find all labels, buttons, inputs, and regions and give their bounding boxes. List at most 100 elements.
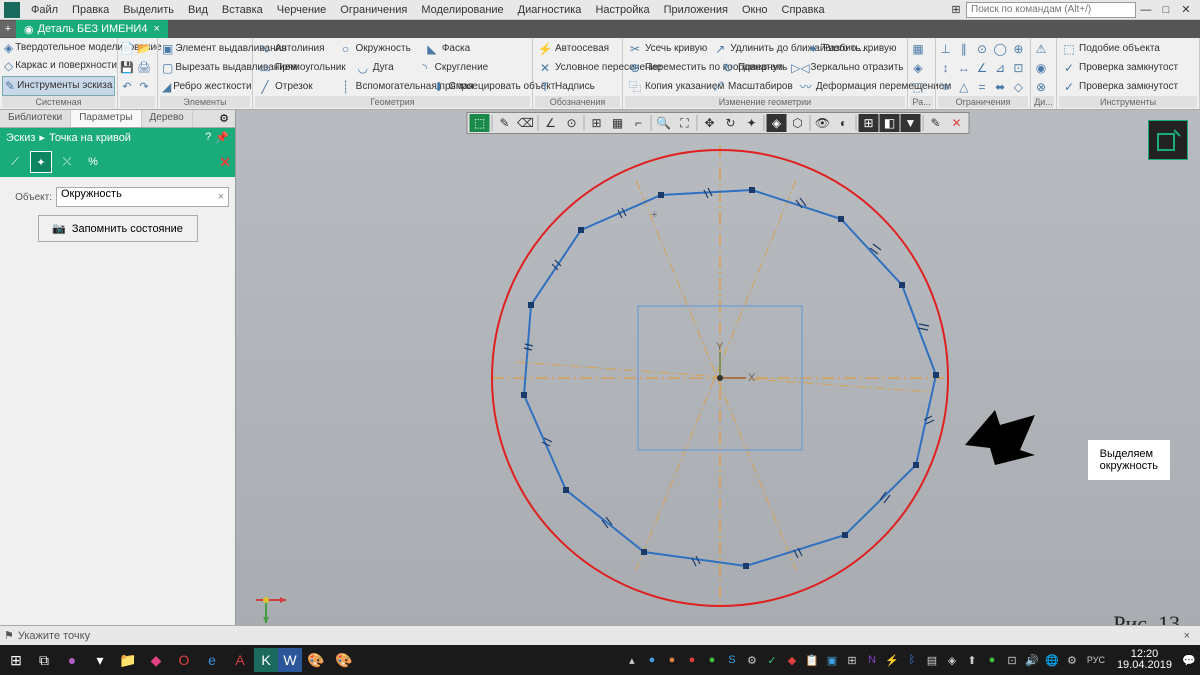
tray-vol[interactable]: 🔊 xyxy=(1023,651,1041,669)
c6[interactable]: ↕ xyxy=(938,60,953,76)
tray-net[interactable]: 🌐 xyxy=(1043,651,1061,669)
move-btn[interactable]: ⊕Переместить по координатам xyxy=(625,59,717,77)
cut-extrude-btn[interactable]: ▢Вырезать выдавливанием xyxy=(160,59,250,77)
kompas-icon[interactable]: K xyxy=(254,648,278,672)
tray-11[interactable]: ⊞ xyxy=(843,651,861,669)
clear-icon[interactable]: × xyxy=(218,191,224,203)
tray-6[interactable]: ⚙ xyxy=(743,651,761,669)
start-button[interactable]: ⊞ xyxy=(2,646,30,674)
object-input[interactable]: Окружность × xyxy=(56,187,229,207)
mode-3[interactable]: ⤬ xyxy=(56,151,78,173)
deform-btn[interactable]: 〰Деформация перемещением xyxy=(796,78,888,96)
close-tab-icon[interactable]: × xyxy=(153,23,159,35)
edge-icon[interactable]: e xyxy=(198,646,226,674)
panel-tab-tree[interactable]: Дерево xyxy=(142,110,193,127)
menu-diagnostics[interactable]: Диагностика xyxy=(511,2,589,18)
intersection-btn[interactable]: ✕Условное пересечение xyxy=(535,59,620,77)
menu-help[interactable]: Справка xyxy=(775,2,832,18)
trim-btn[interactable]: ✂Усечь кривую xyxy=(625,40,709,58)
save-icon[interactable]: 💾 xyxy=(120,61,134,75)
panel-tab-params[interactable]: Параметры xyxy=(71,110,141,127)
c14[interactable]: ⬌ xyxy=(993,79,1008,95)
rotate-btn[interactable]: ↻Повернуть xyxy=(718,59,789,77)
c3[interactable]: ⊙ xyxy=(974,41,989,57)
aux-line-btn[interactable]: ┊Вспомогательная прямая xyxy=(336,78,428,96)
c10[interactable]: ⊡ xyxy=(1011,60,1026,76)
mirror-btn[interactable]: ▷◁Зеркально отразить xyxy=(790,59,872,77)
tray-17[interactable]: ● xyxy=(983,651,1001,669)
menu-modeling[interactable]: Моделирование xyxy=(414,2,510,18)
tray-bt[interactable]: ᛒ xyxy=(903,651,921,669)
bc-root[interactable]: Эскиз xyxy=(6,132,35,144)
palette-icon[interactable]: 🎨 xyxy=(330,646,358,674)
c8[interactable]: ∠ xyxy=(974,60,989,76)
sketch-mode-widget[interactable] xyxy=(1148,120,1188,160)
tray-14[interactable]: ▤ xyxy=(923,651,941,669)
menu-window[interactable]: Окно xyxy=(735,2,775,18)
browser-icon[interactable]: ● xyxy=(58,646,86,674)
autocad-icon[interactable]: A xyxy=(226,646,254,674)
fillet-btn[interactable]: ◝Скругление xyxy=(415,59,491,77)
axis-btn[interactable]: ⚡Автоосевая xyxy=(535,40,620,58)
arc-btn[interactable]: ◡Дуга xyxy=(353,59,396,77)
menu-view[interactable]: Вид xyxy=(181,2,215,18)
tray-4[interactable]: ● xyxy=(683,651,701,669)
tray-9[interactable]: 📋 xyxy=(803,651,821,669)
tray-12[interactable]: N xyxy=(863,651,881,669)
taskview-icon[interactable]: ⧉ xyxy=(30,646,58,674)
c7[interactable]: ↔ xyxy=(956,60,971,76)
similar-btn[interactable]: ⬚Подобие объекта xyxy=(1059,40,1197,58)
tray-skype[interactable]: S xyxy=(723,651,741,669)
d3[interactable]: ⊗ xyxy=(1033,79,1049,95)
menu-constraints[interactable]: Ограничения xyxy=(333,2,414,18)
misc-icon-3[interactable]: ⬚ xyxy=(910,79,926,95)
c12[interactable]: △ xyxy=(956,79,971,95)
pin-icon[interactable]: 📌 xyxy=(215,131,229,144)
tray-2[interactable]: ● xyxy=(643,651,661,669)
app-icon-1[interactable]: ◆ xyxy=(142,646,170,674)
misc-icon-1[interactable]: ▦ xyxy=(910,41,926,57)
tray-notif[interactable]: 💬 xyxy=(1180,651,1198,669)
c5[interactable]: ⊕ xyxy=(1011,41,1026,57)
viewport[interactable]: ⬚ ✎ ⌫ ∠ ⊙ ⊞ ▦ ⌐ 🔍 ⛶ ✥ ↻ ✦ ◈ ⬡ 👁 ◐ ⊞ ◧ ▼ … xyxy=(236,110,1200,655)
sketch-tools-btn[interactable]: ✎Инструменты эскиза xyxy=(2,76,115,96)
line-btn[interactable]: ╱Отрезок xyxy=(255,78,315,96)
tray-7[interactable]: ✓ xyxy=(763,651,781,669)
menu-select[interactable]: Выделить xyxy=(116,2,181,18)
grid-icon[interactable]: ⊞ xyxy=(946,2,966,18)
autoline-btn[interactable]: ∿Автолиния xyxy=(255,40,327,58)
panel-tab-library[interactable]: Библиотеки xyxy=(0,110,71,127)
word-icon[interactable]: W xyxy=(278,648,302,672)
extend-btn[interactable]: ↗Удлинить до ближайшего о... xyxy=(710,40,802,58)
mode-4[interactable]: % xyxy=(82,151,104,173)
mode-2-active[interactable]: ✦ xyxy=(30,151,52,173)
scale-btn[interactable]: ⤢Масштабиров xyxy=(708,78,795,96)
check2-btn[interactable]: ✓Проверка замкнутост xyxy=(1059,78,1197,96)
tray-5[interactable]: ● xyxy=(703,651,721,669)
panel-settings-icon[interactable]: ⚙ xyxy=(213,110,235,127)
project-btn[interactable]: ⬇Спроецировать объект xyxy=(429,78,521,96)
tray-19[interactable]: ⚙ xyxy=(1063,651,1081,669)
chamfer-btn[interactable]: ◣Фаска xyxy=(422,40,472,58)
tray-lang[interactable]: РУС xyxy=(1083,651,1109,669)
d1[interactable]: ⚠ xyxy=(1033,41,1049,57)
tray-1[interactable]: ▴ xyxy=(623,651,641,669)
close-button[interactable]: ✕ xyxy=(1176,2,1196,18)
tray-18[interactable]: ⊡ xyxy=(1003,651,1021,669)
c1[interactable]: ⊥ xyxy=(938,41,953,57)
tray-10[interactable]: ▣ xyxy=(823,651,841,669)
c9[interactable]: ⊿ xyxy=(993,60,1008,76)
tray-3[interactable]: ● xyxy=(663,651,681,669)
mode-close-icon[interactable]: ✕ xyxy=(219,154,231,171)
tray-15[interactable]: ◈ xyxy=(943,651,961,669)
rib-btn[interactable]: ◢Ребро жесткости xyxy=(160,78,250,96)
document-tab[interactable]: ◉ Деталь БЕЗ ИМЕНИ4 × xyxy=(16,20,168,38)
tray-16[interactable]: ⬆ xyxy=(963,651,981,669)
undo-icon[interactable]: ↶ xyxy=(120,80,134,94)
c2[interactable]: ∥ xyxy=(956,41,971,57)
c11[interactable]: ≡ xyxy=(938,79,953,95)
menu-apps[interactable]: Приложения xyxy=(657,2,735,18)
c4[interactable]: ◯ xyxy=(993,41,1008,57)
open-icon[interactable]: 📂 xyxy=(137,42,151,56)
circle-btn[interactable]: ○Окружность xyxy=(336,40,413,58)
